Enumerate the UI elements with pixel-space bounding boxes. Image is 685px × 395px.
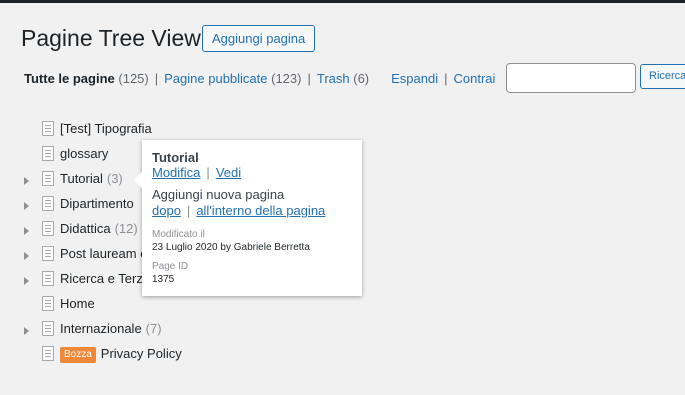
filter-published-count: (123) <box>271 71 302 86</box>
page-id-label: Page ID <box>152 261 189 272</box>
expand-arrow-icon[interactable] <box>24 252 29 260</box>
filter-trash-count: (6) <box>353 71 370 86</box>
modified-value: 23 Luglio 2020 by Gabriele Berretta <box>152 242 310 253</box>
tree-item-title: Tutorial (3) <box>60 171 123 186</box>
filter-published[interactable]: Pagine pubblicate (123) <box>164 71 301 86</box>
page-icon <box>42 271 54 286</box>
tree-item-count: (7) <box>145 321 162 336</box>
popup-title: Tutorial <box>152 150 199 165</box>
expand-arrow-icon[interactable] <box>24 177 29 185</box>
draft-badge: Bozza <box>60 347 96 363</box>
tree-item-title: [Test] Tipografia <box>60 121 152 136</box>
page-filters: Tutte le pagine (125) | Pagine pubblicate … <box>24 71 495 87</box>
expand-arrow-icon[interactable] <box>24 327 29 335</box>
search-button[interactable]: Ricerca <box>640 64 685 89</box>
page-icon <box>42 346 54 361</box>
popup-add-actions: dopo | all'interno della pagina <box>152 203 352 219</box>
page-id-value: 1375 <box>152 274 175 285</box>
tree-item-count: (3) <box>106 171 123 186</box>
modified-label: Modificato il <box>152 229 205 240</box>
tree-item-title: Dipartimento <box>60 196 134 211</box>
link-separator: | <box>186 203 191 218</box>
expand-all-link[interactable]: Espandi <box>391 71 438 86</box>
tree-item-title: Post lauream e <box>60 246 148 261</box>
filter-separator: | <box>307 71 311 86</box>
tree-item-title: Bozza Privacy Policy <box>60 343 182 365</box>
collapse-all-link[interactable]: Contrai <box>454 71 496 86</box>
page-icon <box>42 171 54 186</box>
tree-item-title: Didattica (12) <box>60 221 138 236</box>
filter-trash[interactable]: Trash (6) <box>317 71 369 86</box>
popup-primary-actions: Modifica | Vedi <box>152 165 352 181</box>
filter-all-label: Tutte le pagine <box>24 71 115 86</box>
page-icon <box>42 121 54 136</box>
expand-arrow-icon[interactable] <box>24 227 29 235</box>
tree-item-title: glossary <box>60 146 109 161</box>
add-page-button[interactable]: Aggiungi pagina <box>202 25 316 52</box>
tree-item-title: Home <box>60 296 95 311</box>
filter-trash-label: Trash <box>316 71 350 86</box>
expand-arrow-icon[interactable] <box>24 277 29 285</box>
link-separator: | <box>206 165 210 180</box>
tree-item-count: (12) <box>114 221 138 236</box>
edit-link[interactable]: Modifica <box>152 165 200 180</box>
page-actions-popup: Tutorial Modifica | Vedi Aggiungi nuova pa… <box>134 140 362 296</box>
page-icon <box>42 146 54 161</box>
add-inside-link[interactable]: all'interno della pagina <box>196 203 325 218</box>
filter-separator: | <box>154 71 159 86</box>
filter-all[interactable]: Tutte le pagine (125) <box>24 71 149 86</box>
add-new-page-label: Aggiungi nuova pagina <box>152 187 285 202</box>
filter-published-label: Pagine pubblicate <box>164 71 268 86</box>
tree-item-title: Ricerca e Terza <box>60 271 151 286</box>
add-after-link[interactable]: dopo <box>152 203 181 218</box>
page-icon <box>42 321 54 336</box>
page-icon <box>42 221 54 236</box>
filter-all-count: (125) <box>118 71 149 86</box>
expand-arrow-icon[interactable] <box>24 202 29 210</box>
filter-separator: | <box>444 71 448 86</box>
admin-top-bar <box>0 0 685 3</box>
page-icon <box>42 296 54 311</box>
page-icon <box>42 246 54 261</box>
page-icon <box>42 196 54 211</box>
view-link[interactable]: Vedi <box>216 165 241 180</box>
page-title: Pagine Tree View <box>21 25 201 51</box>
search-input[interactable] <box>506 63 636 93</box>
tree-item-title: Internazionale (7) <box>60 321 162 336</box>
